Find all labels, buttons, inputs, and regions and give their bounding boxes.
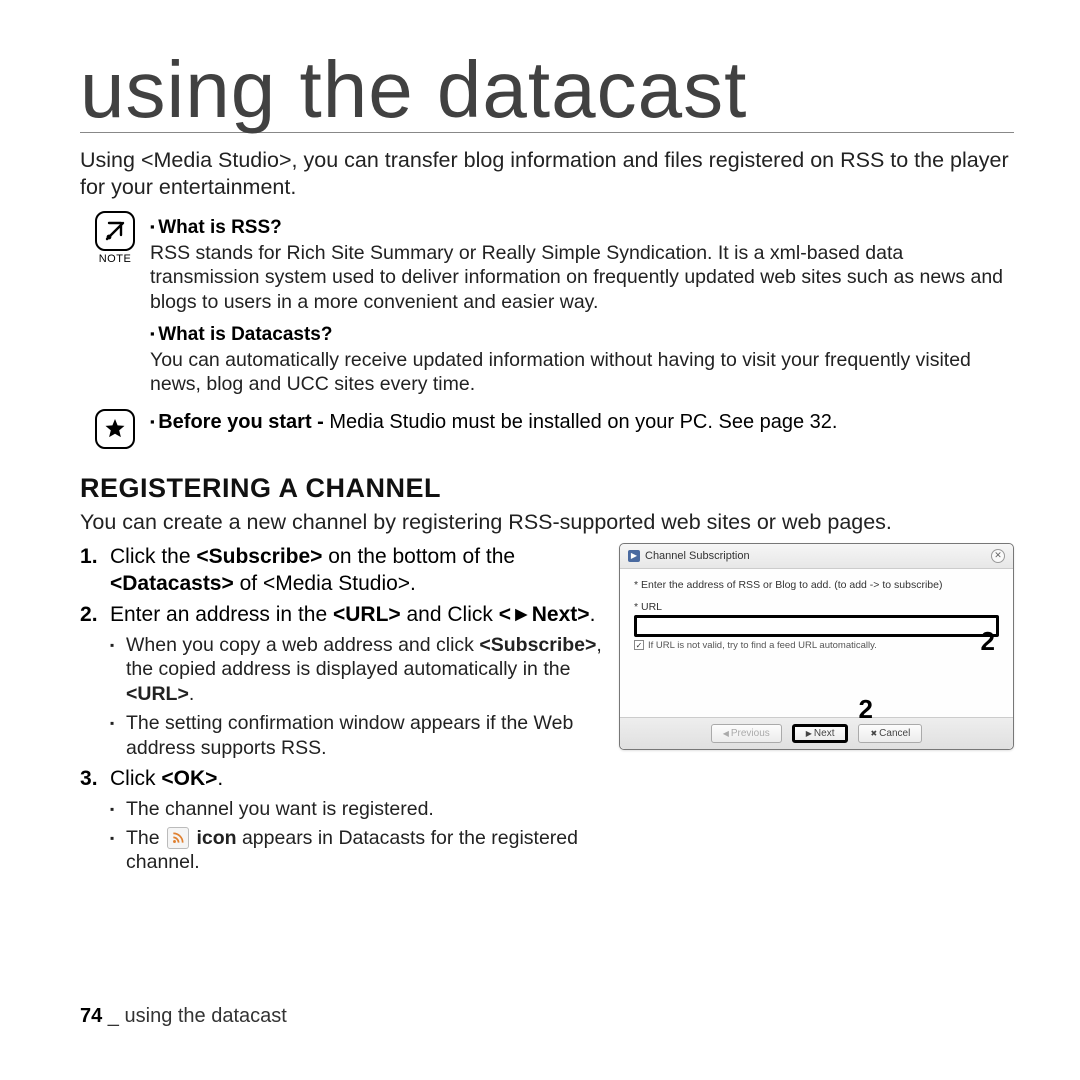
callout-url: 2 bbox=[981, 626, 995, 657]
section-intro: You can create a new channel by register… bbox=[80, 510, 1014, 535]
note-icon bbox=[95, 211, 135, 251]
auto-find-checkbox[interactable]: ✓ bbox=[634, 640, 644, 650]
star-icon bbox=[95, 409, 135, 449]
dialog-hint: * Enter the address of RSS or Blog to ad… bbox=[634, 579, 999, 591]
note-a2: You can automatically receive updated in… bbox=[150, 348, 1014, 397]
dialog-footer: ◀Previous ▶Next ✖Cancel bbox=[620, 717, 1013, 749]
step-2-sub-2: The setting confirmation window appears … bbox=[110, 711, 605, 761]
step-2-sub-1: When you copy a web address and click <S… bbox=[110, 633, 605, 708]
page-footer: 74 _ using the datacast bbox=[80, 1005, 287, 1028]
app-icon: ▶ bbox=[628, 550, 640, 562]
previous-button[interactable]: ◀Previous bbox=[711, 724, 782, 743]
step-3-sub-1: The channel you want is registered. bbox=[110, 797, 605, 822]
before-start-lead: Before you start - bbox=[158, 411, 329, 433]
intro-text: Using <Media Studio>, you can transfer b… bbox=[80, 147, 1014, 201]
channel-subscription-dialog: ▶ Channel Subscription ✕ * Enter the add… bbox=[619, 543, 1014, 750]
step-2: Enter an address in the <URL> and Click … bbox=[80, 601, 605, 761]
page-number: 74 bbox=[80, 1005, 102, 1027]
section-heading: REGISTERING A CHANNEL bbox=[80, 473, 1014, 504]
before-start-block: Before you start - Media Studio must be … bbox=[80, 409, 1014, 451]
note-q2: What is Datacasts? bbox=[150, 324, 1014, 346]
page-title: using the datacast bbox=[80, 50, 1014, 133]
dialog-titlebar: ▶ Channel Subscription ✕ bbox=[620, 544, 1013, 569]
step-3-sub-2: The icon appears in Datacasts for the re… bbox=[110, 826, 605, 876]
step-1: Click the <Subscribe> on the bottom of t… bbox=[80, 543, 605, 598]
cancel-button[interactable]: ✖Cancel bbox=[858, 724, 922, 743]
note-block: NOTE What is RSS? RSS stands for Rich Si… bbox=[80, 211, 1014, 397]
close-icon[interactable]: ✕ bbox=[991, 549, 1005, 563]
step-3: Click <OK>. The channel you want is regi… bbox=[80, 765, 605, 875]
footer-title: using the datacast bbox=[125, 1005, 287, 1027]
note-a1: RSS stands for Rich Site Summary or Real… bbox=[150, 241, 1014, 314]
rss-icon bbox=[167, 827, 189, 849]
dialog-title: Channel Subscription bbox=[645, 550, 750, 562]
before-start-text: Media Studio must be installed on your P… bbox=[329, 411, 837, 433]
url-label: * URL bbox=[634, 601, 999, 613]
url-input[interactable] bbox=[634, 615, 999, 637]
note-caption: NOTE bbox=[80, 253, 150, 265]
note-q1: What is RSS? bbox=[150, 217, 1014, 239]
auto-find-label: If URL is not valid, try to find a feed … bbox=[648, 640, 877, 651]
next-button[interactable]: ▶Next bbox=[792, 724, 849, 743]
callout-next: 2 bbox=[859, 694, 873, 725]
